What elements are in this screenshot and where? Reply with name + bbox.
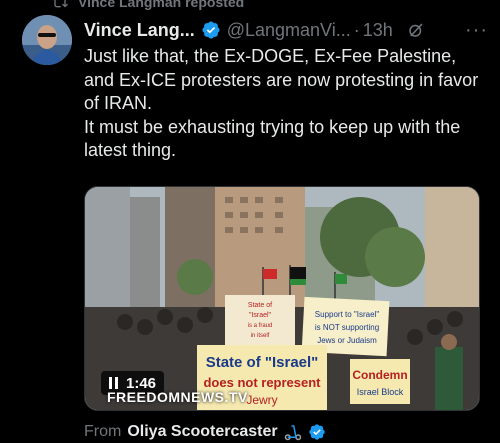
- sign-text: does not represent: [203, 375, 321, 390]
- tweet-paragraph: It must be exhausting trying to keep up …: [84, 116, 461, 161]
- sign-text: Jews or Judaism: [317, 336, 377, 345]
- pause-icon[interactable]: [109, 377, 118, 389]
- video-player[interactable]: State of "Israel" is a fraud in itself S…: [84, 186, 480, 411]
- sign-text: Jewry: [246, 393, 277, 407]
- sign-text: Israel Block: [357, 387, 404, 397]
- verified-badge-icon[interactable]: [308, 423, 326, 441]
- sign-text: in itself: [251, 333, 270, 339]
- timestamp[interactable]: 13h: [363, 20, 393, 41]
- author-handle[interactable]: @LangmanVi...: [227, 20, 351, 41]
- grok-icon[interactable]: [407, 21, 425, 39]
- repost-icon: [52, 0, 68, 8]
- more-options-icon[interactable]: ···: [465, 19, 488, 42]
- tweet-paragraph: Just like that, the Ex-DOGE, Ex-Fee Pale…: [84, 46, 479, 113]
- tweet-text: Just like that, the Ex-DOGE, Ex-Fee Pale…: [84, 45, 489, 163]
- source-attribution: From Oliya Scootercaster: [84, 421, 326, 443]
- sign-text: Condemn: [352, 368, 407, 382]
- sign-text: is NOT supporting: [315, 323, 379, 332]
- repost-label: Vince Langman reposted: [78, 0, 245, 10]
- sign-text: "Israel": [249, 312, 272, 319]
- sign-text: State of "Israel": [206, 354, 319, 371]
- sign-text: State of: [248, 302, 272, 309]
- from-label: From: [84, 423, 122, 440]
- author-name[interactable]: Vince Lang...: [84, 20, 195, 41]
- sign-text: is a fraud: [248, 323, 273, 329]
- source-account[interactable]: Oliya Scootercaster: [127, 423, 277, 441]
- video-watermark: FREEDOMNEWS.TV: [107, 389, 248, 405]
- repost-indicator[interactable]: Vince Langman reposted: [52, 0, 244, 11]
- verified-badge-icon[interactable]: [201, 20, 221, 40]
- avatar[interactable]: [22, 15, 72, 65]
- sign-text: Support to "Israel": [315, 310, 380, 319]
- tweet-header: Vince Lang... @LangmanVi... · 13h ···: [84, 18, 488, 42]
- scooter-icon: [284, 425, 301, 441]
- separator: ·: [353, 19, 360, 40]
